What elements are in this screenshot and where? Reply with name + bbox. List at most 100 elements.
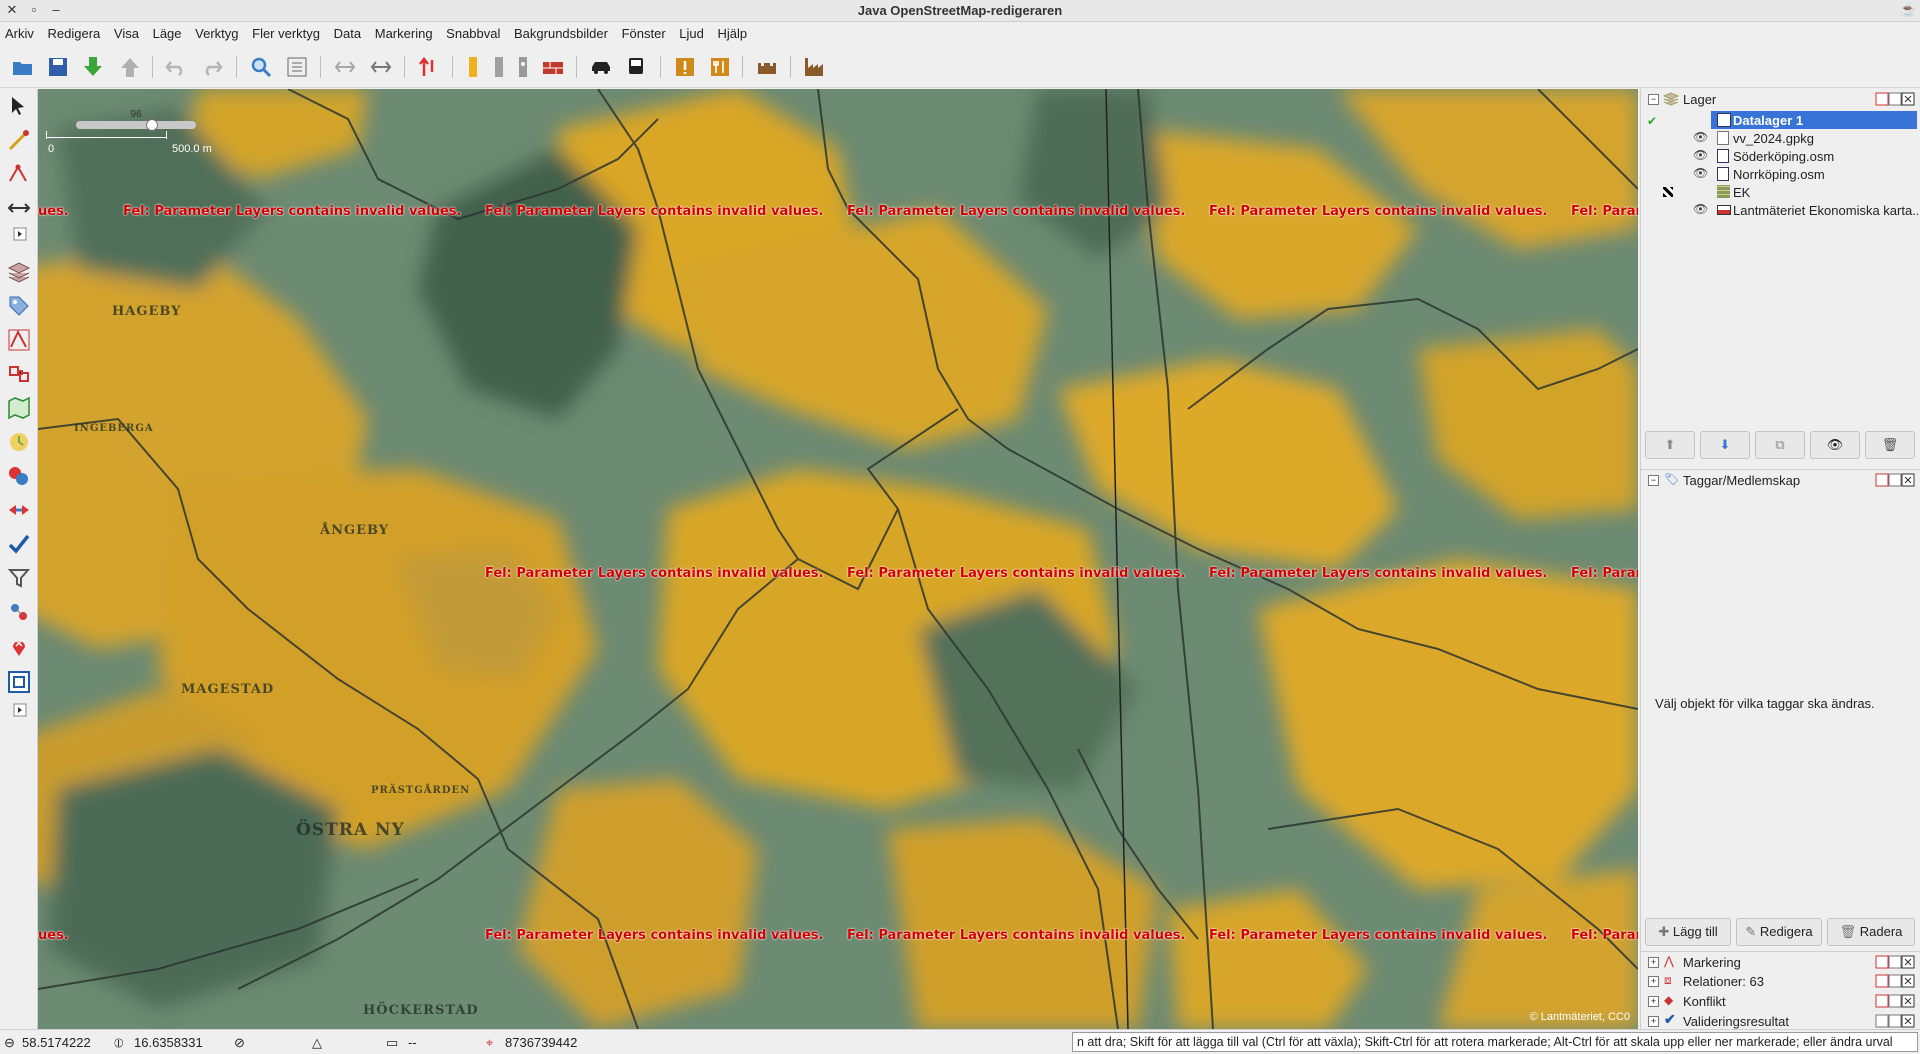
visibility-eye-icon[interactable]: 👁 xyxy=(1693,148,1708,162)
edit-tag-button[interactable]: ✎ Redigera xyxy=(1736,918,1822,946)
notes-toggle-icon[interactable] xyxy=(6,633,32,659)
menu-visa[interactable]: Visa xyxy=(109,22,144,41)
visibility-eye-icon[interactable]: 👁 xyxy=(1693,130,1708,144)
zoom-slider[interactable] xyxy=(76,121,196,129)
move-up-button[interactable]: ⬆ xyxy=(1645,431,1695,459)
expand-icon[interactable]: + xyxy=(1648,976,1659,987)
zoom-slider-handle[interactable] xyxy=(146,119,158,131)
bus-preset-icon[interactable] xyxy=(623,54,649,80)
conflict-panel-header[interactable]: + ◆ Konflikt xyxy=(1641,991,1920,1011)
restaurant-preset-icon[interactable] xyxy=(707,54,733,80)
menu-hjalp[interactable]: Hjälp xyxy=(713,22,753,41)
redo-icon[interactable] xyxy=(199,54,225,80)
validation-toggle-icon[interactable] xyxy=(6,531,32,557)
menu-lage[interactable]: Läge xyxy=(148,22,187,41)
menu-redigera[interactable]: Redigera xyxy=(43,22,106,41)
author-toggle-icon[interactable] xyxy=(6,599,32,625)
warning-preset-icon[interactable] xyxy=(672,54,698,80)
menu-bakgrundsbilder[interactable]: Bakgrundsbilder xyxy=(509,22,613,41)
industrial-preset-icon[interactable] xyxy=(801,54,827,80)
layer-row[interactable]: 👁 Lantmäteriet Ekonomiska karta... xyxy=(1641,201,1920,219)
relation-toggle-icon[interactable] xyxy=(6,361,32,387)
panel-controls-icon[interactable] xyxy=(1875,974,1915,988)
road-preset-icon[interactable] xyxy=(486,54,512,80)
tile-error-text: Fel: Param xyxy=(1571,566,1638,581)
panel-controls-icon[interactable] xyxy=(1875,994,1915,1008)
castle-preset-icon[interactable] xyxy=(754,54,780,80)
more-dialogs-expander-icon[interactable] xyxy=(6,703,32,717)
path-preset-icon[interactable] xyxy=(510,54,536,80)
status-bar: ⊖ 58.5174222 ⦶ 16.6358331 ⊘ △ ▭ -- ⌖ 873… xyxy=(0,1029,1920,1054)
upload-icon[interactable] xyxy=(117,54,143,80)
relations-panel-header[interactable]: + ⧈ Relationer: 63 xyxy=(1641,971,1920,991)
attribution[interactable]: © Lantmäteriet, CC0 xyxy=(1530,1011,1630,1023)
toggle-visibility-button[interactable]: 👁 xyxy=(1810,431,1860,459)
barrier-preset-icon[interactable] xyxy=(540,54,566,80)
layer-row[interactable]: 👁 Söderköping.osm xyxy=(1641,147,1920,165)
map-view[interactable]: HAGEBY ÅNGEBY MAGESTAD ÖSTRA NY HÖCKERST… xyxy=(38,89,1638,1029)
open-folder-icon[interactable] xyxy=(10,54,36,80)
menu-data[interactable]: Data xyxy=(329,22,366,41)
filter-toggle-icon[interactable] xyxy=(6,565,32,591)
reverse-way-icon[interactable] xyxy=(416,54,442,80)
tags-toggle-icon[interactable] xyxy=(6,293,32,319)
length-icon: ▭ xyxy=(386,1035,399,1050)
highway-preset-icon[interactable] xyxy=(460,54,486,80)
move-down-button[interactable]: ⬇ xyxy=(1700,431,1750,459)
menu-verktyg[interactable]: Verktyg xyxy=(190,22,243,41)
parallel-tool-icon[interactable] xyxy=(6,195,32,221)
layer-row[interactable]: 👁 Norrköping.osm xyxy=(1641,165,1920,183)
menu-arkiv[interactable]: Arkiv xyxy=(0,22,39,41)
car-preset-icon[interactable] xyxy=(588,54,614,80)
expand-icon[interactable]: + xyxy=(1648,957,1659,968)
conflict-toggle-icon[interactable] xyxy=(6,497,32,523)
download-icon[interactable] xyxy=(80,54,106,80)
save-icon[interactable] xyxy=(45,54,71,80)
map-paint-toggle-icon[interactable] xyxy=(6,395,32,421)
menu-snabbval[interactable]: Snabbval xyxy=(441,22,505,41)
panel-controls-icon[interactable] xyxy=(1875,473,1915,487)
select-tool-icon[interactable] xyxy=(6,93,32,119)
expand-icon[interactable]: + xyxy=(1648,996,1659,1007)
menu-fonster[interactable]: Fönster xyxy=(617,22,671,41)
layers-toggle-icon[interactable] xyxy=(6,259,32,285)
undo-icon[interactable] xyxy=(163,54,189,80)
changeset-toggle-icon[interactable] xyxy=(6,463,32,489)
delete-layer-button[interactable]: 🗑 xyxy=(1865,431,1915,459)
validation-panel-header[interactable]: + ✔ Valideringsresultat xyxy=(1641,1011,1920,1031)
expand-icon[interactable]: + xyxy=(1648,1016,1659,1027)
menu-ljud[interactable]: Ljud xyxy=(674,22,709,41)
more-tools-expander-icon[interactable] xyxy=(6,227,32,241)
panel-controls-icon[interactable] xyxy=(1875,1014,1915,1028)
visibility-eye-icon[interactable]: 👁 xyxy=(1693,202,1708,216)
draw-tool-icon[interactable] xyxy=(6,127,32,153)
preferences-icon[interactable] xyxy=(284,54,310,80)
layer-row[interactable]: 👁 vv_2024.gpkg xyxy=(1641,129,1920,147)
collapse-icon[interactable]: − xyxy=(1648,94,1659,105)
menu-fler-verktyg[interactable]: Fler verktyg xyxy=(247,22,325,41)
combine-way-icon[interactable] xyxy=(368,54,394,80)
improve-way-tool-icon[interactable] xyxy=(6,161,32,187)
trash-icon: 🗑 xyxy=(1839,924,1860,939)
layer-row[interactable]: EK xyxy=(1641,183,1920,201)
selection-panel-header[interactable]: + ⋀ Markering xyxy=(1641,951,1920,971)
collapse-icon[interactable]: − xyxy=(1648,475,1659,486)
panel-controls-icon[interactable] xyxy=(1875,92,1915,106)
history-toggle-icon[interactable] xyxy=(6,429,32,455)
scale-bar: 96 0 500.0 m xyxy=(46,109,212,155)
tags-panel-header[interactable]: − 🏷 Taggar/Medlemskap xyxy=(1641,469,1920,489)
zoom-icon[interactable] xyxy=(248,54,274,80)
merge-layer-button[interactable]: ⧉ xyxy=(1755,431,1805,459)
map-imagery xyxy=(38,89,1638,1029)
menu-markering[interactable]: Markering xyxy=(370,22,438,41)
minimap-toggle-icon[interactable] xyxy=(6,669,32,695)
layer-row-active[interactable]: Datalager 1 xyxy=(1711,111,1917,129)
add-tag-button[interactable]: ✚ Lägg till xyxy=(1645,918,1731,946)
delete-tag-button[interactable]: 🗑 Radera xyxy=(1827,918,1915,946)
map-label: ÅNGEBY xyxy=(320,523,390,538)
layers-panel-header[interactable]: − Lager xyxy=(1641,89,1920,109)
visibility-eye-icon[interactable]: 👁 xyxy=(1693,166,1708,180)
selection-list-toggle-icon[interactable] xyxy=(6,327,32,353)
split-way-icon[interactable] xyxy=(332,54,358,80)
panel-controls-icon[interactable] xyxy=(1875,955,1915,969)
